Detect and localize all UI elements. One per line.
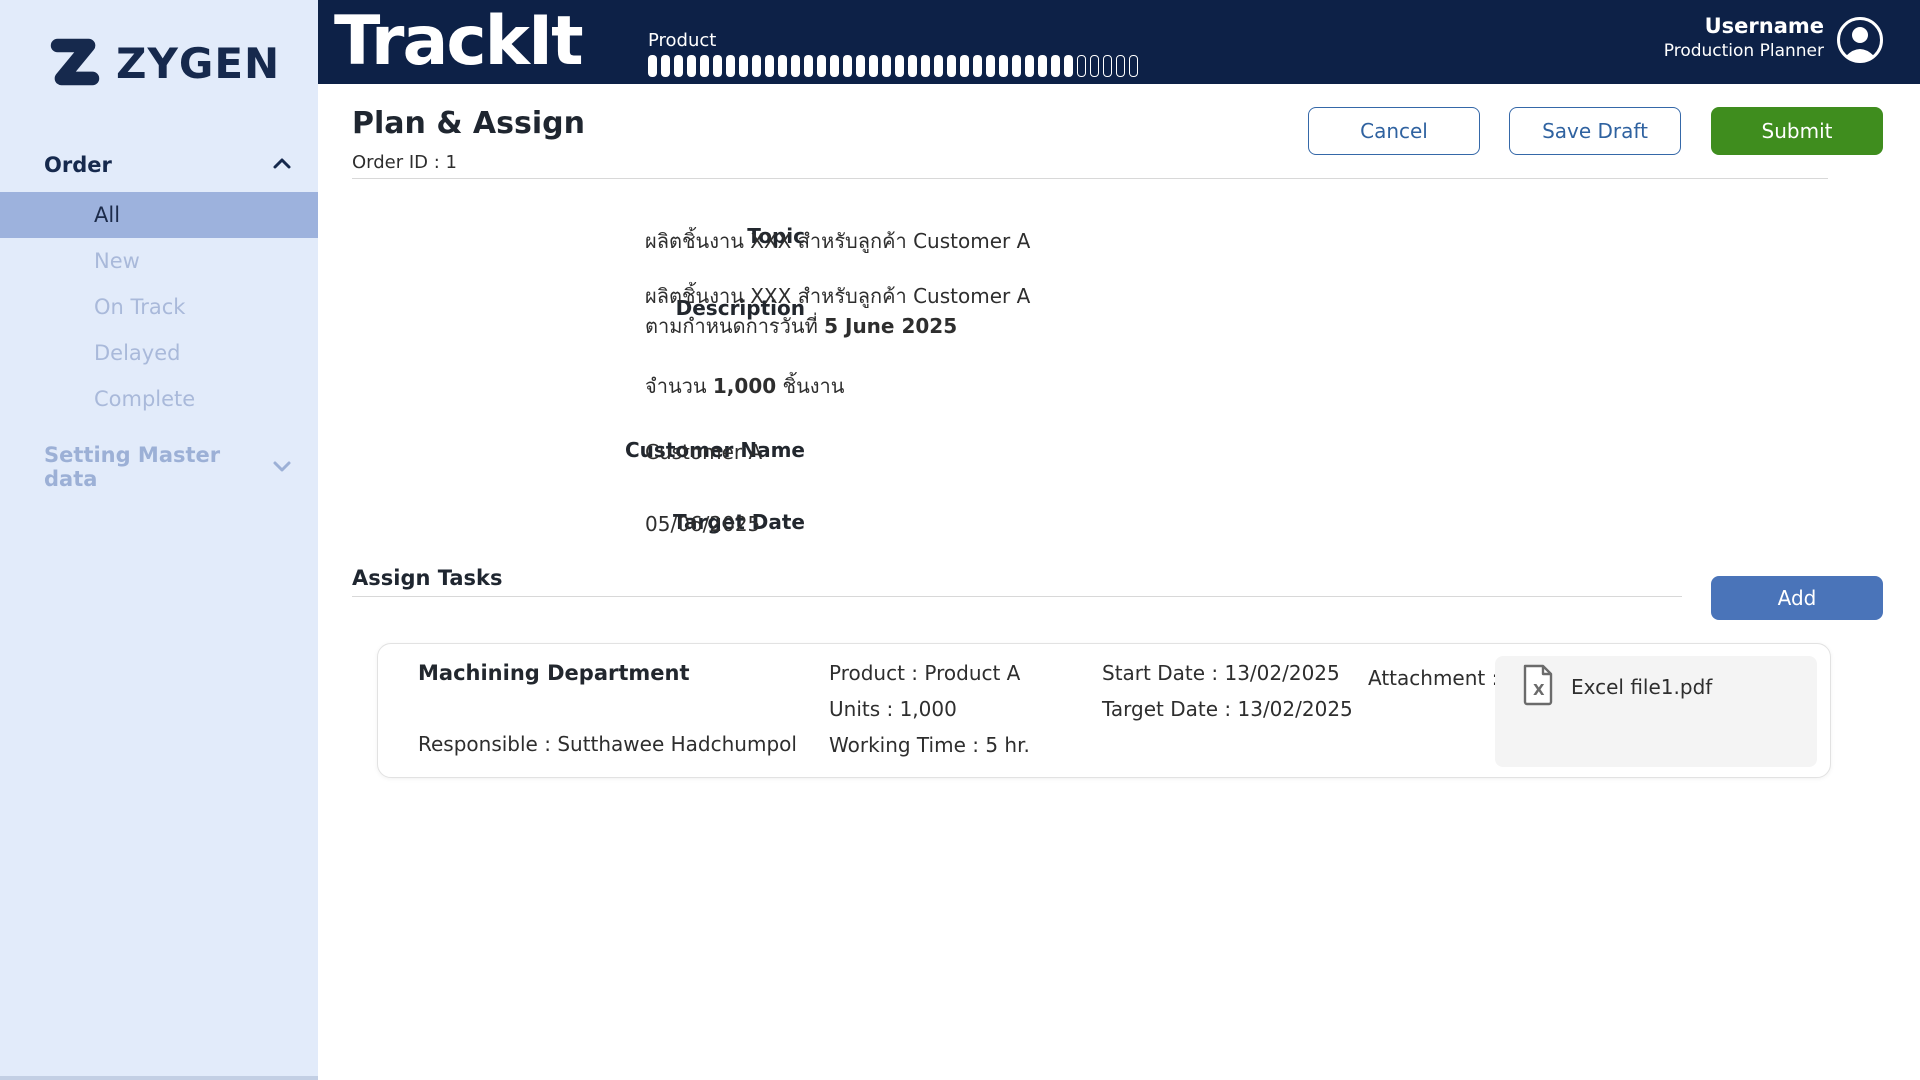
description-value: ผลิตชิ้นงาน XXX สำหรับลูกค้า Customer A … — [645, 281, 1030, 401]
page-title: Plan & Assign — [352, 106, 585, 141]
header-divider — [352, 178, 1828, 179]
progress-dash — [817, 55, 826, 77]
topic-value: ผลิตชิ้นงาน XXX สำหรับลูกค้า Customer A — [645, 229, 1031, 253]
save-draft-button[interactable]: Save Draft — [1509, 107, 1681, 155]
progress-dash — [1103, 55, 1112, 77]
avatar-icon[interactable] — [1836, 16, 1884, 64]
sidebar-group-settings[interactable]: Setting Master data — [0, 443, 318, 491]
progress-dash — [1077, 55, 1086, 77]
top-bar: TrackIt Product Username Production Plan… — [318, 0, 1920, 84]
sidebar-item-all[interactable]: All — [0, 192, 318, 238]
zygen-logo-icon — [44, 30, 106, 96]
sidebar-group-order-label: Order — [44, 153, 112, 177]
progress-dash — [1025, 55, 1034, 77]
progress-dash — [830, 55, 839, 77]
description-line3-suffix: ชิ้นงาน — [776, 374, 845, 398]
task-start-date: Start Date : 13/02/2025 — [1102, 661, 1340, 685]
description-line1: ผลิตชิ้นงาน XXX สำหรับลูกค้า Customer A — [645, 284, 1031, 308]
progress-dash — [752, 55, 761, 77]
progress-dash — [765, 55, 774, 77]
user-role: Production Planner — [1663, 41, 1824, 61]
sidebar: ZYGEN Order All New On Track Delayed Com… — [0, 0, 318, 1080]
progress-dash — [947, 55, 956, 77]
svg-text:X: X — [1533, 681, 1545, 699]
sidebar-item-on-track[interactable]: On Track — [0, 284, 318, 330]
progress-dash — [713, 55, 722, 77]
progress-dash — [739, 55, 748, 77]
progress-dash — [856, 55, 865, 77]
progress-dash — [1129, 55, 1138, 77]
order-id: Order ID : 1 — [352, 152, 458, 173]
task-department: Machining Department — [418, 661, 690, 685]
app-wordmark: TrackIt — [334, 2, 584, 81]
progress-dash — [986, 55, 995, 77]
progress-dash — [960, 55, 969, 77]
progress-dash — [778, 55, 787, 77]
progress-dash — [687, 55, 696, 77]
task-units: Units : 1,000 — [829, 697, 957, 721]
cancel-button[interactable]: Cancel — [1308, 107, 1480, 155]
task-working-time: Working Time : 5 hr. — [829, 733, 1030, 757]
task-responsible: Responsible : Sutthawee Hadchumpol — [418, 732, 797, 756]
progress-dash — [791, 55, 800, 77]
progress-dash — [999, 55, 1008, 77]
sidebar-group-settings-label: Setting Master data — [44, 443, 221, 491]
description-line2-date: 5 June 2025 — [824, 314, 958, 338]
module-block: Product — [648, 30, 1138, 77]
description-line3-prefix: จำนวน — [645, 374, 713, 398]
brand-logo: ZYGEN — [44, 30, 280, 96]
assign-tasks-title: Assign Tasks — [352, 566, 503, 590]
sidebar-item-complete[interactable]: Complete — [0, 376, 318, 422]
attachment-panel: X Excel file1.pdf — [1495, 656, 1817, 767]
progress-dash — [674, 55, 683, 77]
sidebar-item-delayed[interactable]: Delayed — [0, 330, 318, 376]
attachment-file-name: Excel file1.pdf — [1571, 675, 1713, 699]
add-task-button[interactable]: Add — [1711, 576, 1883, 620]
progress-dash — [1038, 55, 1047, 77]
progress-dash — [895, 55, 904, 77]
module-label: Product — [648, 30, 717, 51]
task-card: Machining Department Responsible : Sutth… — [377, 643, 1831, 778]
progress-dash — [700, 55, 709, 77]
task-target-date: Target Date : 13/02/2025 — [1102, 697, 1353, 721]
progress-dash — [921, 55, 930, 77]
task-product: Product : Product A — [829, 661, 1021, 685]
customer-name-value: Customer A — [645, 440, 763, 464]
progress-dash — [934, 55, 943, 77]
description-line3-qty: 1,000 — [712, 374, 777, 398]
task-attachment-label: Attachment : — [1368, 666, 1499, 690]
submit-button[interactable]: Submit — [1711, 107, 1883, 155]
main-content: Plan & Assign Order ID : 1 Cancel Save D… — [318, 84, 1920, 1080]
progress-dash — [869, 55, 878, 77]
progress-dash — [1116, 55, 1125, 77]
brand-name: ZYGEN — [116, 38, 281, 88]
progress-dash — [726, 55, 735, 77]
sidebar-item-new[interactable]: New — [0, 238, 318, 284]
progress-dash — [1012, 55, 1021, 77]
progress-dash — [1090, 55, 1099, 77]
user-name: Username — [1704, 14, 1824, 38]
progress-dash — [882, 55, 891, 77]
progress-dash — [1051, 55, 1060, 77]
excel-file-icon: X — [1521, 664, 1555, 710]
progress-dash — [648, 55, 657, 77]
chevron-up-icon — [272, 156, 292, 175]
progress-dash — [973, 55, 982, 77]
progress-dash — [661, 55, 670, 77]
sidebar-bottom-divider — [0, 1076, 318, 1080]
user-block: Username Production Planner — [1664, 14, 1824, 61]
app-root: ZYGEN Order All New On Track Delayed Com… — [0, 0, 1920, 1080]
target-date-value: 05/06/2025 — [645, 512, 761, 536]
progress-dash — [804, 55, 813, 77]
progress-dashes — [648, 55, 1138, 77]
description-line2-prefix: ตามกำหนดการวันที่ — [645, 314, 825, 338]
progress-dash — [1064, 55, 1073, 77]
assign-tasks-divider — [352, 596, 1682, 597]
sidebar-group-order[interactable]: Order — [0, 146, 318, 184]
progress-dash — [843, 55, 852, 77]
progress-dash — [908, 55, 917, 77]
attachment-file-chip[interactable]: X Excel file1.pdf — [1521, 664, 1712, 710]
chevron-down-icon — [272, 458, 292, 477]
